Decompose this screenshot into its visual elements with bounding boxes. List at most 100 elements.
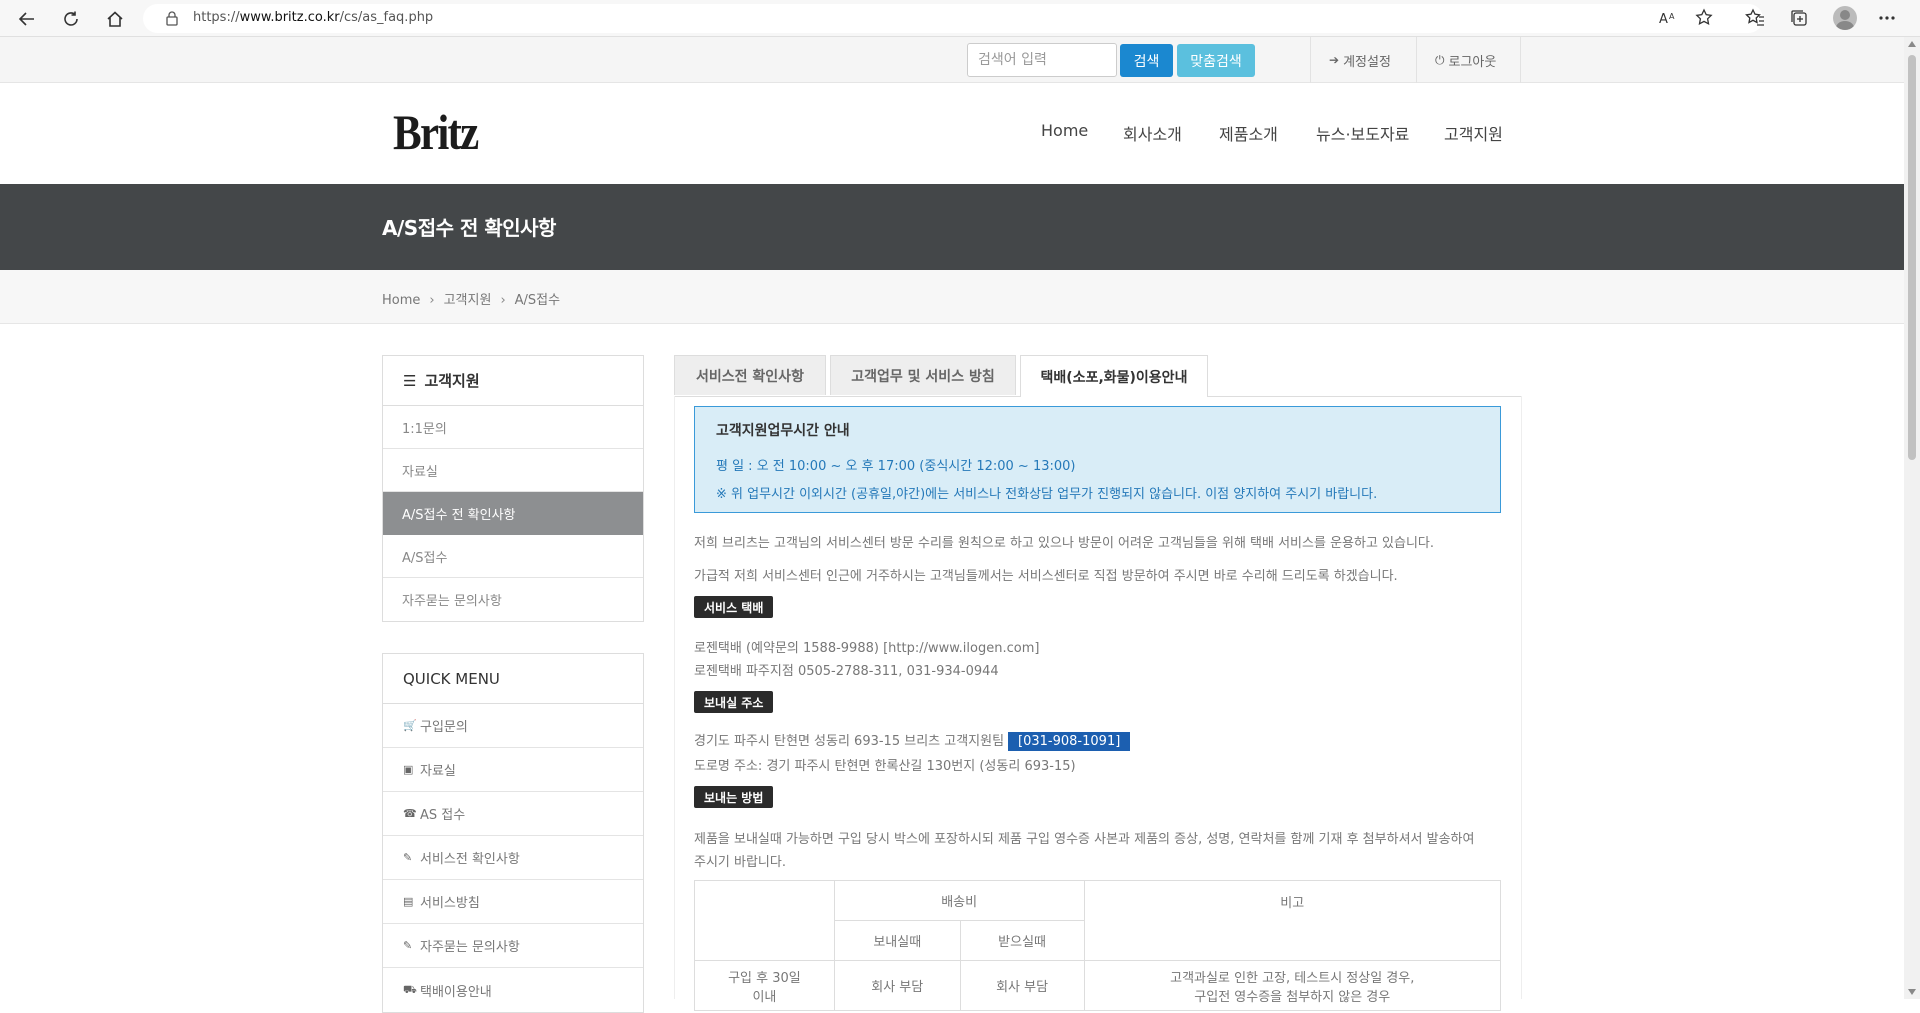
method-line-2: 주시기 바랍니다. xyxy=(694,855,786,870)
tab-delivery-guide[interactable]: 택배(소포,화물)이용안내 xyxy=(1020,355,1208,397)
nav-home[interactable]: Home xyxy=(1041,121,1088,140)
account-settings-link[interactable]: ➔ 계정설정 xyxy=(1310,37,1415,83)
notice-warning: ※ 위 업무시간 이외시간 (공휴일,야간)에는 서비스나 전화상담 업무가 진… xyxy=(716,487,1378,502)
notice-title: 고객지원업무시간 안내 xyxy=(716,423,850,439)
address-url: https://www.britz.co.kr/cs/as_faq.php xyxy=(193,10,434,25)
address-line-1: 경기도 파주시 탄현면 성동리 693-15 브리츠 고객지원팀 [031-908… xyxy=(694,730,1131,751)
sidebar-title-label: 고객지원 xyxy=(424,372,480,390)
collections-icon[interactable] xyxy=(1786,5,1812,31)
more-menu-icon[interactable] xyxy=(1874,5,1900,31)
sign-in-icon: ➔ xyxy=(1329,53,1340,67)
courier-line-2: 로젠택배 파주지점 0505-2788-311, 031-934-0944 xyxy=(694,664,999,679)
receive-cost-cell: 회사 부담 xyxy=(959,960,1085,1011)
quick-item-purchase[interactable]: 🛒 구입문의 xyxy=(383,704,643,748)
tab-service-policy[interactable]: 고객업무 및 서비스 방침 xyxy=(830,355,1016,395)
note-line-1: 고객과실로 인한 고장, 테스트시 정상일 경우, xyxy=(1170,970,1415,986)
breadcrumb-bar: Home › 고객지원 › A/S접수 xyxy=(0,270,1904,324)
quick-item-label: 구입문의 xyxy=(420,720,468,735)
send-header: 보내실때 xyxy=(833,920,961,961)
breadcrumb-support[interactable]: 고객지원 xyxy=(444,293,492,308)
period-line-1: 구입 후 30일 xyxy=(728,970,801,986)
add-favorite-icon[interactable] xyxy=(1692,5,1718,31)
site-header: Britz Home 회사소개 제품소개 뉴스·보도자료 고객지원 xyxy=(0,83,1904,184)
quick-menu-title: QUICK MENU xyxy=(383,654,643,704)
chevron-right-icon: › xyxy=(500,293,506,308)
method-label: 보내는 방법 xyxy=(694,786,774,808)
edit-icon: ✎ xyxy=(403,939,413,952)
quick-item-pre-service[interactable]: ✎ 서비스전 확인사항 xyxy=(383,836,643,880)
address-bar[interactable]: https://www.britz.co.kr/cs/as_faq.php xyxy=(143,4,1763,33)
scroll-thumb[interactable] xyxy=(1908,55,1916,460)
quick-item-label: 자료실 xyxy=(420,764,456,779)
method-line-1: 제품을 보내실때 가능하면 구입 당시 박스에 포장하시되 제품 구입 영수증 … xyxy=(694,832,1475,847)
notice-hours: 평 일 : 오 전 10:00 ~ 오 후 17:00 (중식시간 12:00 … xyxy=(716,459,1076,474)
account-settings-label: 계정설정 xyxy=(1343,54,1391,70)
sidebar-item-inquiry[interactable]: 1:1문의 xyxy=(383,406,643,449)
breadcrumb-home[interactable]: Home xyxy=(382,293,420,308)
search-button[interactable]: 검색 xyxy=(1120,44,1173,77)
breadcrumb: Home › 고객지원 › A/S접수 xyxy=(382,289,560,308)
custom-search-button[interactable]: 맞춤검색 xyxy=(1177,44,1255,77)
nav-products[interactable]: 제품소개 xyxy=(1219,121,1278,145)
quick-item-label: 자주묻는 문의사항 xyxy=(420,940,520,955)
home-icon[interactable] xyxy=(100,4,130,34)
quick-item-library[interactable]: ▣ 자료실 xyxy=(383,748,643,792)
address-line-2: 도로명 주소: 경기 파주시 탄현면 한록산길 130번지 (성동리 693-1… xyxy=(694,759,1076,774)
page-title: A/S접수 전 확인사항 xyxy=(382,216,556,240)
receive-header: 받으실때 xyxy=(959,920,1085,961)
scroll-down-icon[interactable] xyxy=(1908,989,1916,995)
page-title-bar: A/S접수 전 확인사항 xyxy=(0,184,1904,270)
menu-icon: ☰ xyxy=(403,371,417,390)
table-row: 구입 후 30일 이내 회사 부담 회사 부담 고객과실로 인한 고장, 테스트시… xyxy=(694,960,1502,1011)
shipping-header: 배송비 xyxy=(833,880,1085,921)
quick-item-policy[interactable]: ▤ 서비스방침 xyxy=(383,880,643,924)
table-corner-cell xyxy=(694,880,835,961)
edit-icon: ✎ xyxy=(403,851,413,864)
logout-link[interactable]: ⏻ 로그아웃 xyxy=(1416,37,1521,83)
support-phone-badge: [031-908-1091] xyxy=(1008,732,1131,751)
page-scrollbar[interactable] xyxy=(1904,37,1920,999)
read-aloud-icon[interactable]: AA xyxy=(1656,5,1682,31)
save-icon: ▣ xyxy=(403,763,414,776)
nav-news[interactable]: 뉴스·보도자료 xyxy=(1316,121,1409,145)
shipping-cost-table: 배송비 비고 보내실때 받으실때 구입 후 30일 이내 회사 부담 회사 부담 … xyxy=(694,880,1502,1011)
breadcrumb-as[interactable]: A/S접수 xyxy=(515,293,560,308)
sidebar-item-as-check[interactable]: A/S접수 전 확인사항 xyxy=(383,492,643,535)
address-text: 경기도 파주시 탄현면 성동리 693-15 브리츠 고객지원팀 xyxy=(694,734,1005,749)
nav-company[interactable]: 회사소개 xyxy=(1123,121,1182,145)
search-input[interactable] xyxy=(967,43,1117,77)
logout-label: 로그아웃 xyxy=(1448,54,1497,70)
profile-avatar[interactable] xyxy=(1833,6,1857,30)
period-cell: 구입 후 30일 이내 xyxy=(694,960,835,1011)
sidebar-item-library[interactable]: 자료실 xyxy=(383,449,643,492)
quick-menu: QUICK MENU 🛒 구입문의 ▣ 자료실 ☎ AS 접수 ✎ 서비스전 확인사항 … xyxy=(382,653,644,1013)
quick-item-as[interactable]: ☎ AS 접수 xyxy=(383,792,643,836)
tab-pre-service[interactable]: 서비스전 확인사항 xyxy=(674,355,826,395)
utility-bar: 검색 맞춤검색 ➔계정설정 ⏻로그아웃 xyxy=(0,37,1904,83)
phone-icon: ☎ xyxy=(403,807,417,820)
sidebar-item-faq[interactable]: 자주묻는 문의사항 xyxy=(383,578,643,621)
back-icon[interactable] xyxy=(12,4,42,34)
chevron-right-icon: › xyxy=(429,293,435,308)
intro-paragraph-2: 가급적 저희 서비스센터 인근에 거주하시는 고객님들께서는 서비스센터로 직접… xyxy=(694,569,1398,584)
sidebar-title: ☰ 고객지원 xyxy=(383,356,643,406)
courier-label: 서비스 택배 xyxy=(694,596,774,618)
power-icon: ⏻ xyxy=(1435,52,1445,67)
send-cost-cell: 회사 부담 xyxy=(833,960,961,1011)
note-cell: 고객과실로 인한 고장, 테스트시 정상일 경우, 구입전 영수증을 첨부하지 않… xyxy=(1083,960,1502,1011)
sidebar-item-as-request[interactable]: A/S접수 xyxy=(383,535,643,578)
note-line-2: 구입전 영수증을 첨부하지 않은 경우 xyxy=(1194,989,1391,1005)
nav-support[interactable]: 고객지원 xyxy=(1444,121,1503,145)
scroll-up-icon[interactable] xyxy=(1908,41,1916,47)
intro-paragraph-1: 저희 브리츠는 고객님의 서비스센터 방문 수리를 원칙으로 하고 있으나 방문… xyxy=(694,536,1435,551)
quick-item-faq[interactable]: ✎ 자주묻는 문의사항 xyxy=(383,924,643,968)
refresh-icon[interactable] xyxy=(56,4,86,34)
lock-icon[interactable] xyxy=(165,10,179,30)
sidebar-menu: ☰ 고객지원 1:1문의 자료실 A/S접수 전 확인사항 A/S접수 자주묻는 … xyxy=(382,355,644,622)
courier-line-1: 로젠택배 (예약문의 1588-9988) [http://www.ilogen… xyxy=(694,641,1040,656)
britz-logo[interactable]: Britz xyxy=(393,103,479,161)
truck-icon: ⛟ xyxy=(403,982,417,996)
quick-item-delivery[interactable]: ⛟ 택배이용안내 xyxy=(383,968,643,1012)
favorites-icon[interactable] xyxy=(1742,5,1768,31)
quick-item-label: 서비스전 확인사항 xyxy=(420,852,520,867)
